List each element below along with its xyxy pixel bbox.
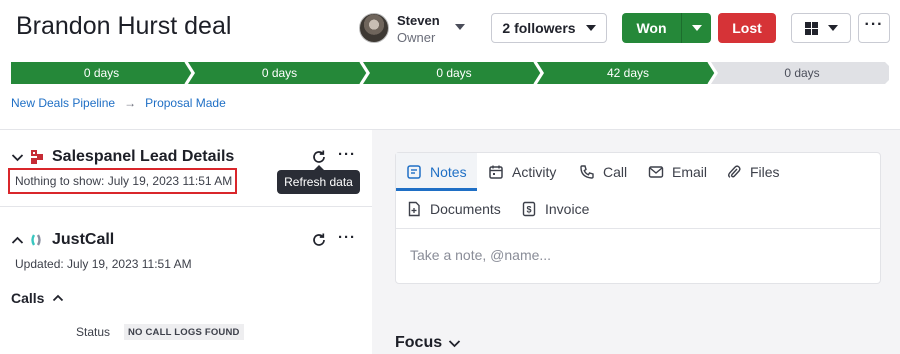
salespanel-logo-icon xyxy=(31,150,43,164)
pipeline-stage[interactable]: 0 days xyxy=(367,62,541,84)
stage-duration: 0 days xyxy=(83,66,120,80)
deal-title[interactable]: Brandon Hurst deal xyxy=(16,12,231,41)
salespanel-more-button[interactable]: ··· xyxy=(338,146,356,163)
breadcrumb-stage[interactable]: Proposal Made xyxy=(145,96,226,110)
lost-button[interactable]: Lost xyxy=(718,13,776,43)
tab-documents[interactable]: Documents xyxy=(406,191,501,227)
justcall-section-header[interactable]: JustCall xyxy=(11,231,114,249)
salespanel-title: Salespanel Lead Details xyxy=(52,148,235,165)
note-input[interactable] xyxy=(410,247,860,263)
calls-title: Calls xyxy=(11,290,45,306)
tab-label: Invoice xyxy=(545,201,590,217)
pipeline-stage[interactable]: 0 days xyxy=(192,62,367,84)
stage-duration: 42 days xyxy=(606,66,650,80)
section-divider xyxy=(0,206,372,207)
grid-view-icon xyxy=(804,21,818,35)
tab-notes[interactable]: Notes xyxy=(406,154,467,190)
tab-label: Email xyxy=(672,164,708,180)
followers-button[interactable]: 2 followers xyxy=(491,13,607,43)
owner-name: Steven xyxy=(397,13,440,28)
invoice-icon: $ xyxy=(522,201,536,217)
chevron-down-icon xyxy=(827,25,838,31)
chevron-down-icon[interactable] xyxy=(448,337,461,350)
owner-role: Owner xyxy=(397,30,436,45)
tab-activity[interactable]: Activity xyxy=(488,154,556,190)
pipeline-stage[interactable]: 0 days xyxy=(11,62,192,84)
card-divider xyxy=(396,228,880,229)
paperclip-icon xyxy=(728,165,741,178)
tab-email[interactable]: Email xyxy=(648,154,707,190)
phone-icon xyxy=(580,165,594,179)
tab-call[interactable]: Call xyxy=(579,154,627,190)
justcall-updated: Updated: July 19, 2023 11:51 AM xyxy=(15,257,192,271)
focus-title: Focus xyxy=(395,334,443,351)
justcall-more-button[interactable]: ··· xyxy=(338,229,356,246)
breadcrumb-pipeline[interactable]: New Deals Pipeline xyxy=(11,96,115,110)
tab-files[interactable]: Files xyxy=(726,154,780,190)
tab-label: Call xyxy=(603,164,628,180)
refresh-icon[interactable] xyxy=(311,232,327,248)
pipeline-stage[interactable]: 42 days xyxy=(541,62,715,84)
breadcrumb: New Deals Pipeline → Proposal Made xyxy=(11,96,226,110)
call-status-label: Status xyxy=(76,325,111,339)
chevron-up-icon[interactable] xyxy=(11,234,24,247)
stage-duration: 0 days xyxy=(436,66,472,80)
followers-label: 2 followers xyxy=(502,20,576,36)
more-actions-button[interactable]: ··· xyxy=(858,13,890,43)
notes-card: Notes Activity Call Email Files Document… xyxy=(395,152,881,284)
view-switch-button[interactable] xyxy=(791,13,851,43)
calls-section-header[interactable]: Calls xyxy=(11,290,64,306)
avatar xyxy=(359,13,389,43)
svg-text:$: $ xyxy=(526,205,531,215)
chevron-up-icon[interactable] xyxy=(52,292,64,304)
deal-header: Brandon Hurst deal Steven Owner 2 follow… xyxy=(0,0,900,56)
justcall-title: JustCall xyxy=(52,231,115,248)
tab-label: Notes xyxy=(430,164,467,180)
chevron-down-icon xyxy=(585,25,596,31)
stage-duration: 0 days xyxy=(784,66,820,80)
tab-invoice[interactable]: $ Invoice xyxy=(521,191,589,227)
tab-label: Documents xyxy=(430,201,501,217)
tab-label: Activity xyxy=(512,164,557,180)
note-icon xyxy=(407,165,421,179)
call-status-badge: NO CALL LOGS FOUND xyxy=(124,324,244,340)
owner-selector[interactable]: Steven Owner xyxy=(358,12,470,46)
status-highlight-box xyxy=(8,168,237,194)
document-icon xyxy=(408,201,420,217)
tab-label: Files xyxy=(750,164,780,180)
envelope-icon xyxy=(648,166,664,178)
pipeline-stages: 0 days 0 days 0 days 42 days 0 days xyxy=(11,62,889,84)
pipeline-stage[interactable]: 0 days xyxy=(715,62,889,84)
arrow-right-icon: → xyxy=(124,96,137,110)
stage-duration: 0 days xyxy=(261,66,298,80)
refresh-tooltip: Refresh data xyxy=(277,165,360,194)
chevron-down-icon[interactable] xyxy=(11,151,24,164)
refresh-icon[interactable] xyxy=(311,149,327,165)
focus-section-header[interactable]: Focus xyxy=(395,334,461,352)
chevron-down-icon xyxy=(455,24,465,30)
calendar-icon xyxy=(489,165,503,179)
won-button[interactable]: Won xyxy=(622,13,681,43)
salespanel-section-header[interactable]: Salespanel Lead Details xyxy=(11,148,234,166)
justcall-logo-icon xyxy=(31,234,41,246)
chevron-down-icon xyxy=(691,25,702,31)
won-dropdown-button[interactable] xyxy=(682,13,711,43)
